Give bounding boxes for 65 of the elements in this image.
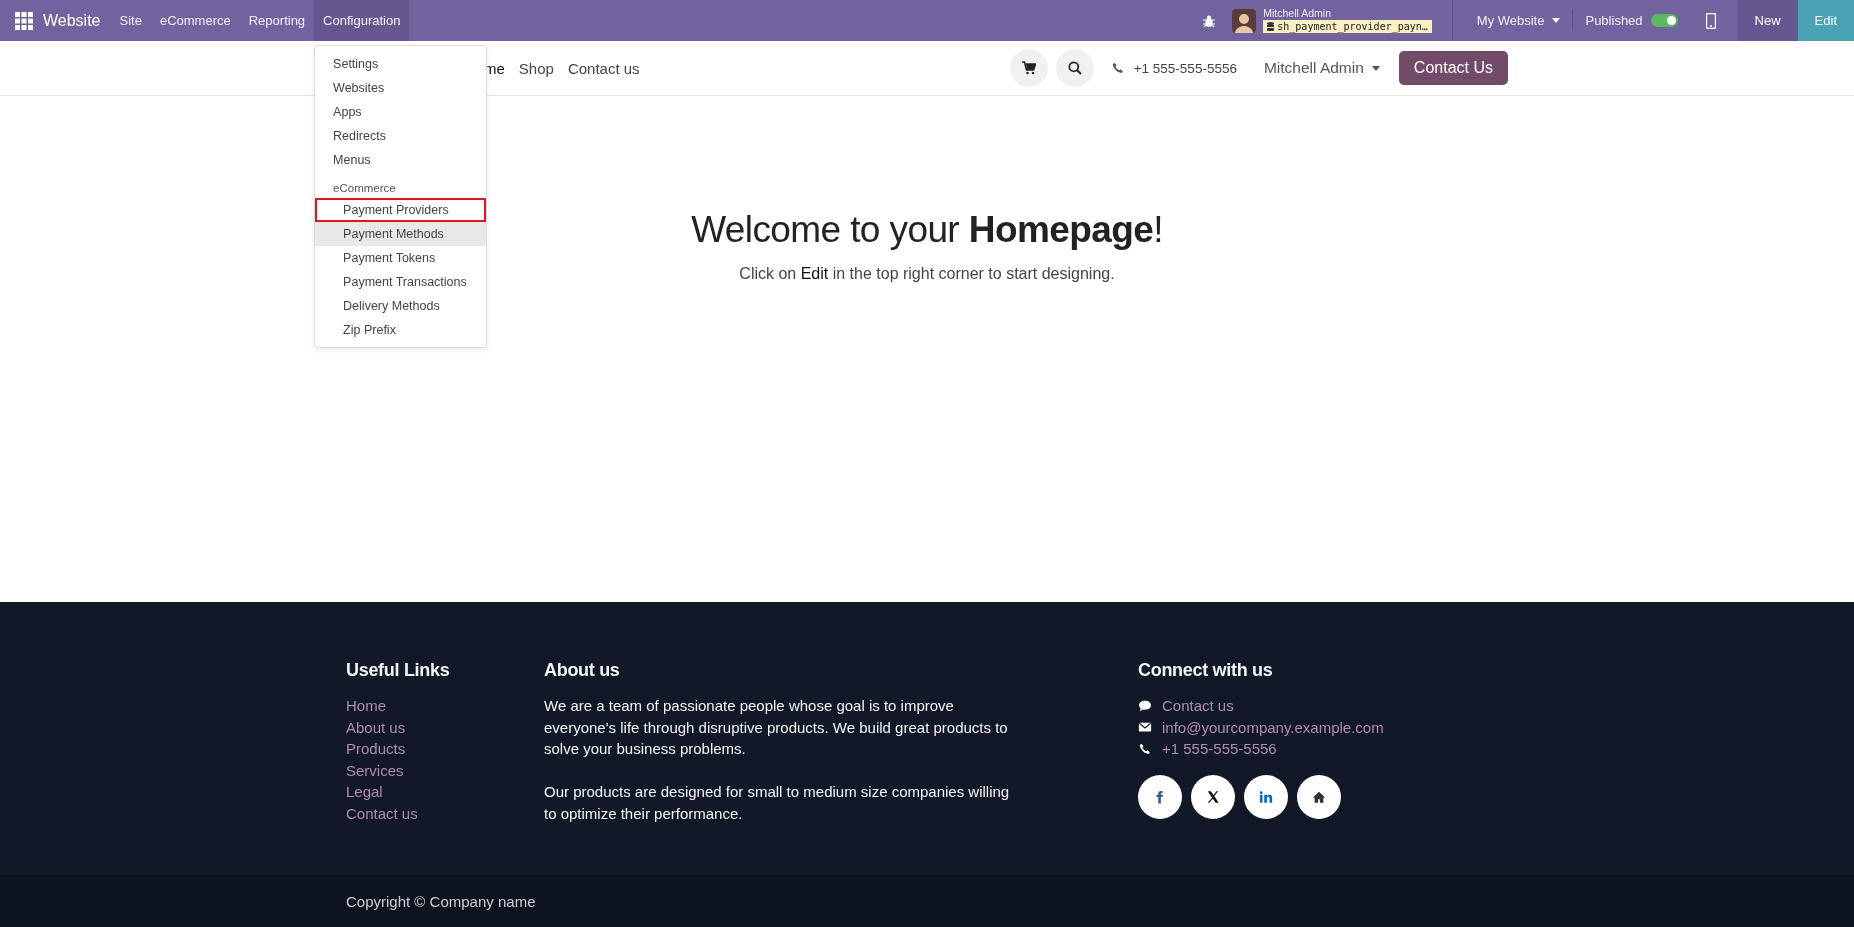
contact-us-button[interactable]: Contact Us [1398, 51, 1508, 85]
phone-icon [1111, 62, 1124, 74]
menu-section-header: eCommerce [332, 181, 397, 196]
cart-button[interactable] [1009, 49, 1048, 87]
footer-link[interactable]: Contact us [346, 802, 544, 825]
hero-title: Welcome to your Homepage! [691, 209, 1163, 251]
contact-link[interactable]: Contact us [1162, 695, 1234, 717]
dropdown-item[interactable]: Payment Providers [315, 198, 487, 222]
dropdown-item[interactable]: Payment Transactions [315, 270, 487, 294]
dropdown-item[interactable]: Settings [315, 52, 487, 76]
search-button[interactable] [1055, 49, 1094, 87]
dropdown-item[interactable]: Menus [315, 148, 487, 172]
mobile-phone-icon[interactable] [1705, 12, 1716, 29]
caret-icon [1552, 18, 1561, 23]
social-button[interactable] [1244, 774, 1288, 819]
published-toggle[interactable] [1650, 14, 1678, 27]
caret-icon [1371, 65, 1380, 71]
contact-link[interactable]: +1 555-555-5556 [1162, 738, 1277, 760]
footer-heading: Connect with us [1138, 660, 1274, 681]
phone-icon [1138, 743, 1152, 755]
menu-item[interactable]: Site [110, 0, 151, 41]
about-paragraph: Our products are designed for small to medium size companies willing to optimize their performance. [544, 782, 1011, 824]
menu-item[interactable]: Reporting [239, 0, 315, 41]
social-button[interactable] [1138, 774, 1182, 819]
bug-icon[interactable] [1202, 13, 1217, 28]
footer-heading: Useful Links [346, 660, 451, 681]
app-name[interactable]: Website [39, 11, 111, 30]
social-button[interactable] [1191, 774, 1235, 819]
cart-icon [1021, 61, 1036, 75]
footer-link[interactable]: Home [346, 695, 544, 717]
dropdown-item[interactable]: Payment Tokens [315, 246, 487, 270]
about-paragraph: We are a team of passionate people whose goal is to improve everyone's life through disruptive products. We build great products to solve your business problems. [544, 696, 1009, 760]
dropdown-item[interactable]: Websites [315, 76, 487, 100]
envelope-icon [1138, 721, 1152, 734]
speech-bubble-icon [1138, 699, 1152, 712]
hero-subtitle: Click on Edit in the top right corner to start designing. [739, 265, 1115, 283]
dropdown-item[interactable]: Redirects [315, 124, 487, 148]
footer-link[interactable]: Services [346, 759, 544, 782]
nav-link[interactable]: Shop [518, 59, 554, 77]
contact-link[interactable]: info@yourcompany.example.com [1162, 716, 1384, 739]
avatar-icon[interactable] [1232, 8, 1257, 33]
nav-link[interactable]: Contact us [567, 59, 640, 77]
footer-link[interactable]: About us [346, 716, 544, 739]
copyright-text: Copyright © Company name [346, 892, 536, 910]
user-menu[interactable]: Mitchell Admin [1257, 58, 1386, 78]
footer-link[interactable]: Legal [346, 781, 544, 803]
user-name: Mitchell Admin [1263, 8, 1332, 19]
dropdown-item[interactable]: Zip Prefix [315, 318, 487, 342]
dropdown-item[interactable]: Payment Methods [315, 222, 487, 246]
footer-heading: About us [544, 660, 621, 681]
in-letters-icon [1259, 789, 1273, 804]
database-badge: sh_payment_provider_payn… [1263, 20, 1432, 33]
search-icon [1067, 61, 1082, 75]
social-button[interactable] [1297, 774, 1341, 819]
x-letter-icon [1206, 789, 1220, 804]
house-icon [1312, 789, 1326, 804]
menu-item[interactable]: eCommerce [150, 0, 240, 41]
new-button[interactable]: New [1737, 0, 1798, 41]
published-label: Published [1585, 13, 1643, 28]
footer-link[interactable]: Products [346, 738, 544, 760]
phone-number: +1 555-555-5556 [1133, 60, 1237, 76]
apps-grid-icon[interactable] [15, 11, 33, 30]
website-selector[interactable]: My Website [1452, 0, 1573, 41]
dropdown-item[interactable]: Delivery Methods [315, 294, 487, 318]
dropdown-item[interactable]: Apps [315, 100, 487, 124]
